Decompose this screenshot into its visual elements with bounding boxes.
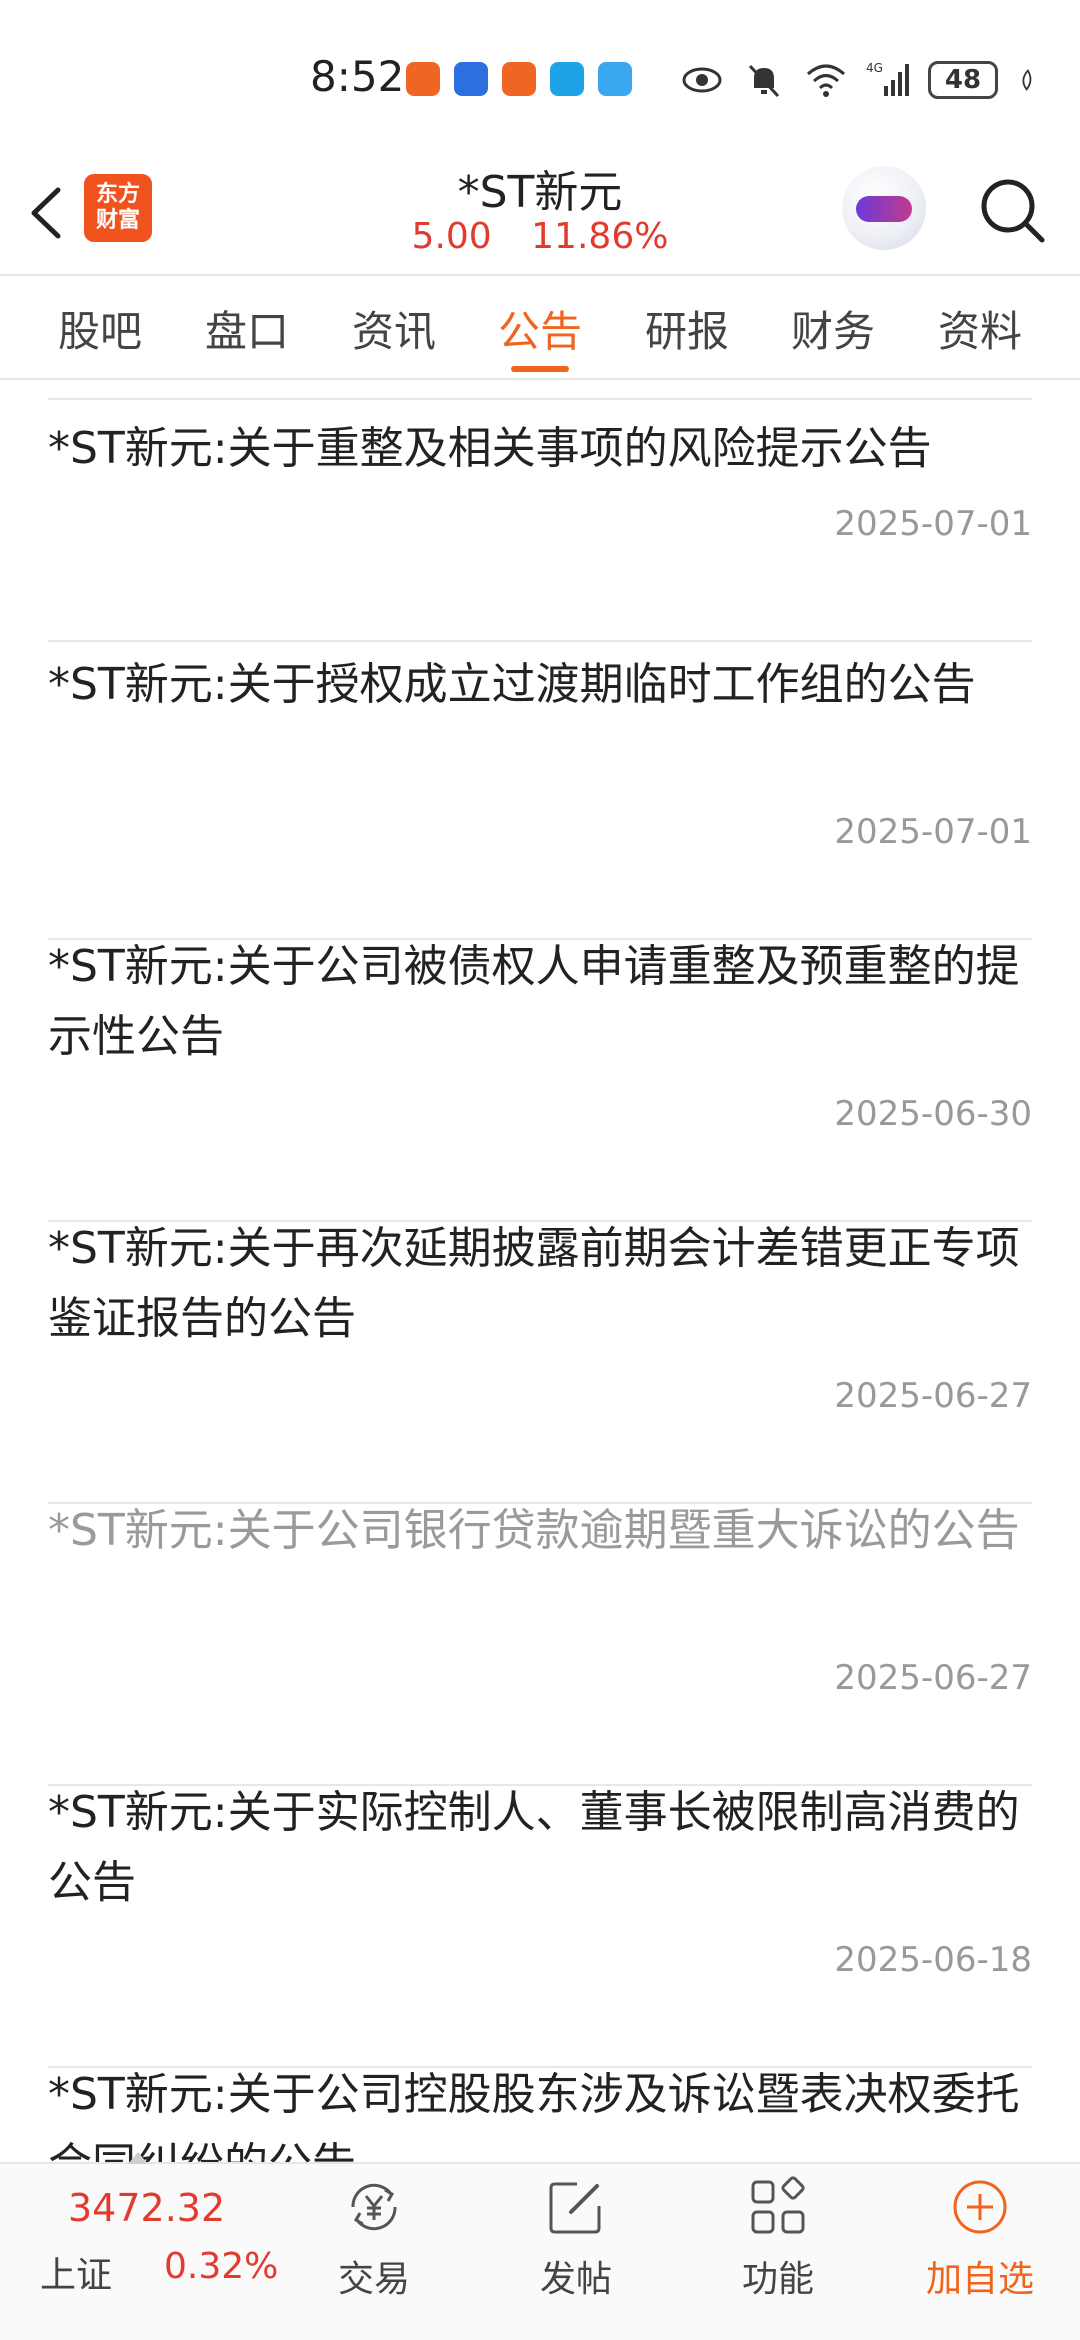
- features-button[interactable]: 功能: [698, 2176, 858, 2302]
- system-icons: 4G 48: [680, 58, 1042, 102]
- divider: [48, 398, 1032, 400]
- app-notification-icon: [406, 62, 440, 96]
- announcement-date: 2025-06-27: [834, 1376, 1032, 1416]
- svg-text:4G: 4G: [866, 61, 883, 75]
- app-notification-icon: [550, 62, 584, 96]
- notification-icons: [406, 62, 632, 96]
- tab-bar: 股吧 盘口 资讯 公告 研报 财务 资料: [0, 278, 1080, 380]
- add-plus-circle-icon: [953, 2180, 1007, 2234]
- bottom-nav: 3472.32 上证 0.32% 交易 发帖 功能 加自选: [0, 2152, 1080, 2340]
- expand-caret-icon[interactable]: [128, 2152, 148, 2164]
- tab-news[interactable]: 资讯: [334, 298, 454, 359]
- trade-yen-icon: [351, 2183, 397, 2231]
- leaf-icon: [1022, 69, 1032, 91]
- announcement-item-read[interactable]: *ST新元:关于公司银行贷款逾期暨重大诉讼的公告 2025-06-27: [48, 1496, 1032, 1786]
- stock-header: 东方 财富 *ST新元 5.00 11.86%: [0, 150, 1080, 276]
- announcement-item[interactable]: *ST新元:关于重整及相关事项的风险提示公告 2025-07-01: [48, 414, 1032, 642]
- features-label: 功能: [741, 2259, 814, 2300]
- eye-icon: [682, 67, 722, 93]
- announcement-item[interactable]: *ST新元:关于公司控股股东涉及诉讼暨表决权委托合同纠纷的公告: [48, 2060, 1032, 2162]
- announcement-date: 2025-07-01: [834, 504, 1032, 544]
- robot-visor: [856, 196, 912, 222]
- trade-button[interactable]: 交易: [294, 2176, 454, 2302]
- announcement-title: *ST新元:关于授权成立过渡期临时工作组的公告: [48, 659, 976, 710]
- status-bar: 8:52 4G 48: [0, 0, 1080, 150]
- app-notification-icon: [454, 62, 488, 96]
- announcement-title: *ST新元:关于再次延期披露前期会计差错更正专项鉴证报告的公告: [48, 1223, 1020, 1344]
- tab-profile[interactable]: 资料: [920, 298, 1040, 359]
- index-change: 0.32%: [164, 2246, 279, 2287]
- announcement-date: 2025-07-01: [834, 812, 1032, 852]
- announcement-date: 2025-06-18: [834, 1940, 1032, 1980]
- search-icon[interactable]: [976, 174, 1050, 248]
- app-notification-icon: [502, 62, 536, 96]
- stock-price: 5.00: [411, 216, 492, 257]
- add-watchlist-button[interactable]: 加自选: [900, 2176, 1060, 2302]
- tab-research[interactable]: 研报: [627, 298, 747, 359]
- mute-bell-icon: [748, 64, 780, 98]
- trade-label: 交易: [337, 2259, 410, 2300]
- battery-indicator: 48: [928, 61, 998, 99]
- announcement-title: *ST新元:关于公司银行贷款逾期暨重大诉讼的公告: [48, 1505, 1020, 1556]
- announcement-date: 2025-06-27: [834, 1658, 1032, 1698]
- post-label: 发帖: [539, 2259, 612, 2300]
- announcement-title: *ST新元:关于重整及相关事项的风险提示公告: [48, 423, 932, 474]
- announcement-item[interactable]: *ST新元:关于再次延期披露前期会计差错更正专项鉴证报告的公告 2025-06-…: [48, 1214, 1032, 1504]
- active-tab-indicator: [511, 366, 569, 372]
- announcement-date: 2025-06-30: [834, 1094, 1032, 1134]
- announcement-item[interactable]: *ST新元:关于实际控制人、董事长被限制高消费的公告 2025-06-18: [48, 1778, 1032, 2068]
- index-value: 3472.32: [68, 2186, 226, 2230]
- wifi-icon: [807, 64, 845, 97]
- status-time: 8:52: [310, 52, 405, 101]
- cellular-signal-icon: 4G: [866, 61, 909, 96]
- post-button[interactable]: 发帖: [496, 2176, 656, 2302]
- edit-post-icon: [549, 2182, 601, 2234]
- stock-change-percent: 11.86%: [531, 216, 669, 257]
- announcement-item[interactable]: *ST新元:关于授权成立过渡期临时工作组的公告 2025-07-01: [48, 650, 1032, 940]
- ai-assistant-robot-icon[interactable]: [842, 166, 926, 250]
- grid-features-icon: [751, 2176, 805, 2234]
- announcement-item[interactable]: *ST新元:关于公司被债权人申请重整及预重整的提示性公告 2025-06-30: [48, 932, 1032, 1222]
- tab-finance[interactable]: 财务: [773, 298, 893, 359]
- add-watchlist-label: 加自选: [925, 2259, 1034, 2300]
- announcement-title: *ST新元:关于公司被债权人申请重整及预重整的提示性公告: [48, 941, 1020, 1062]
- tab-pankou[interactable]: 盘口: [187, 298, 307, 359]
- announcement-title: *ST新元:关于实际控制人、董事长被限制高消费的公告: [48, 1787, 1020, 1908]
- announcement-list: *ST新元:关于重整及相关事项的风险提示公告 2025-07-01 *ST新元:…: [0, 380, 1080, 2162]
- app-notification-icon: [598, 62, 632, 96]
- tab-announcements[interactable]: 公告: [480, 298, 600, 359]
- announcement-title: *ST新元:关于公司控股股东涉及诉讼暨表决权委托合同纠纷的公告: [48, 2069, 1020, 2162]
- divider: [48, 640, 1032, 642]
- tab-guba[interactable]: 股吧: [40, 298, 160, 359]
- index-name: 上证: [40, 2255, 113, 2296]
